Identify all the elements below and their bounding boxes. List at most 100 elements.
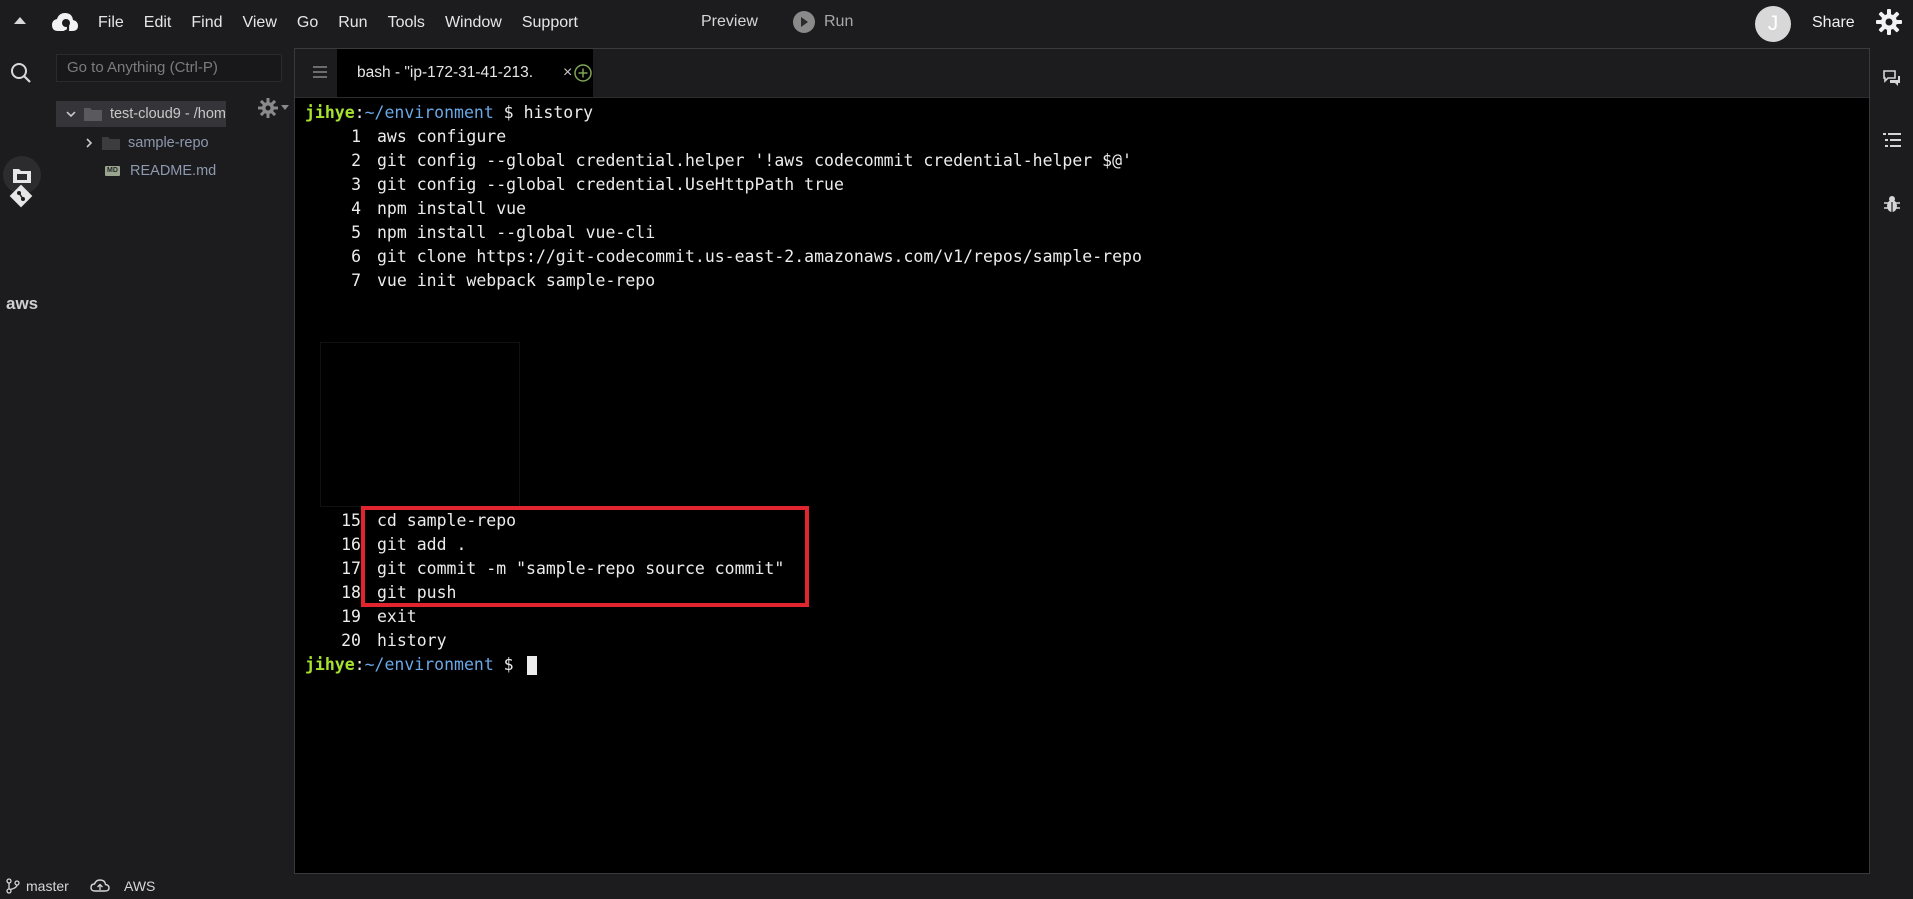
prompt-path: ~/environment xyxy=(364,655,494,674)
left-activity-rail: aws xyxy=(0,46,42,866)
share-button[interactable]: Share xyxy=(1812,14,1855,32)
collapse-menu-icon[interactable] xyxy=(14,17,26,24)
history-number: 7 xyxy=(351,271,361,290)
tab-bash-terminal[interactable]: bash - "ip-172-31-41-213. × xyxy=(337,49,593,97)
aws-toolkit-icon[interactable]: aws xyxy=(6,294,38,314)
aws-status-label[interactable]: AWS xyxy=(124,878,155,894)
menu-run[interactable]: Run xyxy=(328,14,377,32)
search-icon[interactable] xyxy=(8,60,34,86)
prompt-separator: : xyxy=(354,103,365,122)
debugger-bug-icon[interactable] xyxy=(1882,194,1902,214)
prompt-path: ~/environment xyxy=(364,103,494,122)
tab-close-icon[interactable]: × xyxy=(563,64,572,82)
goto-anything-input[interactable]: Go to Anything (Ctrl-P) xyxy=(56,54,282,82)
history-line: 5 npm install --global vue-cli xyxy=(305,221,655,245)
history-line: 7 vue init webpack sample-repo xyxy=(305,269,655,293)
menu-find[interactable]: Find xyxy=(181,14,232,32)
history-command: npm install --global vue-cli xyxy=(377,223,656,242)
prompt-line: jihye:~/environment $ xyxy=(305,653,537,677)
history-line: 19 exit xyxy=(305,605,417,629)
history-line: 20 history xyxy=(305,629,447,653)
main-menu: File Edit Find View Go Run Tools Window … xyxy=(88,0,588,46)
preview-button[interactable]: Preview xyxy=(701,13,758,31)
tab-title: bash - "ip-172-31-41-213. xyxy=(357,64,534,81)
menu-file[interactable]: File xyxy=(88,14,134,32)
prompt-dollar: $ xyxy=(493,103,524,122)
status-bar: master AWS xyxy=(0,874,1913,899)
folder-icon xyxy=(102,137,120,150)
gear-icon[interactable] xyxy=(1875,8,1903,36)
tab-bar: bash - "ip-172-31-41-213. × xyxy=(295,49,1869,98)
terminal-output[interactable]: jihye:~/environment $ history 1 aws confi… xyxy=(305,101,1855,861)
tab-menu-icon[interactable] xyxy=(313,66,327,78)
cloud9-logo-icon[interactable] xyxy=(51,11,79,35)
history-command: vue init webpack sample-repo xyxy=(377,271,656,290)
history-number: 2 xyxy=(351,151,361,170)
history-number: 1 xyxy=(351,127,361,146)
run-button-label: Run xyxy=(824,13,854,30)
history-number: 20 xyxy=(341,631,361,650)
cloud-sync-icon[interactable] xyxy=(90,878,110,894)
menu-bar: File Edit Find View Go Run Tools Window … xyxy=(0,0,1913,46)
menu-support[interactable]: Support xyxy=(512,14,588,32)
tree-item-readme[interactable]: MD README.md xyxy=(105,158,216,184)
prompt-user: jihye xyxy=(305,103,355,122)
play-icon xyxy=(793,11,815,33)
history-number: 5 xyxy=(351,223,361,242)
prompt-line: jihye:~/environment $ history xyxy=(305,101,593,125)
history-number: 18 xyxy=(341,583,361,602)
new-tab-plus-icon[interactable] xyxy=(573,63,593,83)
redacted-area xyxy=(320,342,520,507)
chevron-down-icon[interactable] xyxy=(66,109,76,119)
history-command: git config --global credential.helper '!… xyxy=(377,151,1132,170)
tree-settings-caret-icon[interactable] xyxy=(281,105,289,110)
history-command: history xyxy=(377,631,447,650)
prompt-user: jihye xyxy=(305,655,355,674)
chevron-right-icon[interactable] xyxy=(84,138,94,148)
history-line: 4 npm install vue xyxy=(305,197,526,221)
source-control-icon[interactable] xyxy=(9,184,33,208)
tree-item-label: sample-repo xyxy=(128,135,209,151)
history-command: git config --global credential.UseHttpPa… xyxy=(377,175,844,194)
history-number: 6 xyxy=(351,247,361,266)
menu-go[interactable]: Go xyxy=(287,14,328,32)
folder-files-icon xyxy=(13,169,31,183)
history-number: 19 xyxy=(341,607,361,626)
prompt-command: history xyxy=(523,103,594,122)
tree-settings-gear-icon[interactable] xyxy=(257,97,279,119)
history-command: aws configure xyxy=(377,127,507,146)
right-panel-rail xyxy=(1870,46,1913,866)
folder-icon xyxy=(83,108,102,121)
git-branch-indicator[interactable]: master xyxy=(6,878,69,894)
history-number: 3 xyxy=(351,175,361,194)
history-line: 6 git clone https://git-codecommit.us-eas… xyxy=(305,245,1142,269)
tree-item-label: README.md xyxy=(130,163,217,179)
menu-tools[interactable]: Tools xyxy=(378,14,435,32)
markdown-file-icon: MD xyxy=(105,166,120,176)
history-number: 15 xyxy=(341,511,361,530)
collaborate-chat-icon[interactable] xyxy=(1882,68,1902,88)
history-line: 1 aws configure xyxy=(305,125,506,149)
menu-view[interactable]: View xyxy=(232,14,286,32)
tree-item-sample-repo[interactable]: sample-repo xyxy=(84,130,209,156)
tree-root-folder[interactable]: test-cloud9 - /hom xyxy=(56,101,226,127)
history-command: npm install vue xyxy=(377,199,527,218)
highlight-annotation-box xyxy=(361,506,809,607)
history-command: git clone https://git-codecommit.us-east… xyxy=(377,247,1142,266)
history-number: 16 xyxy=(341,535,361,554)
editor-pane: bash - "ip-172-31-41-213. × jihye:~/envi… xyxy=(294,48,1870,874)
outline-list-icon[interactable] xyxy=(1882,130,1902,150)
terminal-cursor xyxy=(526,656,537,675)
user-avatar[interactable]: J xyxy=(1755,6,1791,42)
run-button[interactable]: Run xyxy=(793,11,853,33)
git-branch-label: master xyxy=(26,878,69,894)
history-line: 2 git config --global credential.helper '… xyxy=(305,149,1132,173)
history-number: 17 xyxy=(341,559,361,578)
tree-root-label: test-cloud9 - /hom xyxy=(109,106,226,122)
history-number: 4 xyxy=(351,199,361,218)
history-command: exit xyxy=(377,607,417,626)
prompt-separator: : xyxy=(354,655,365,674)
menu-edit[interactable]: Edit xyxy=(134,14,182,32)
menu-window[interactable]: Window xyxy=(435,14,512,32)
history-line: 3 git config --global credential.UseHttpP… xyxy=(305,173,844,197)
